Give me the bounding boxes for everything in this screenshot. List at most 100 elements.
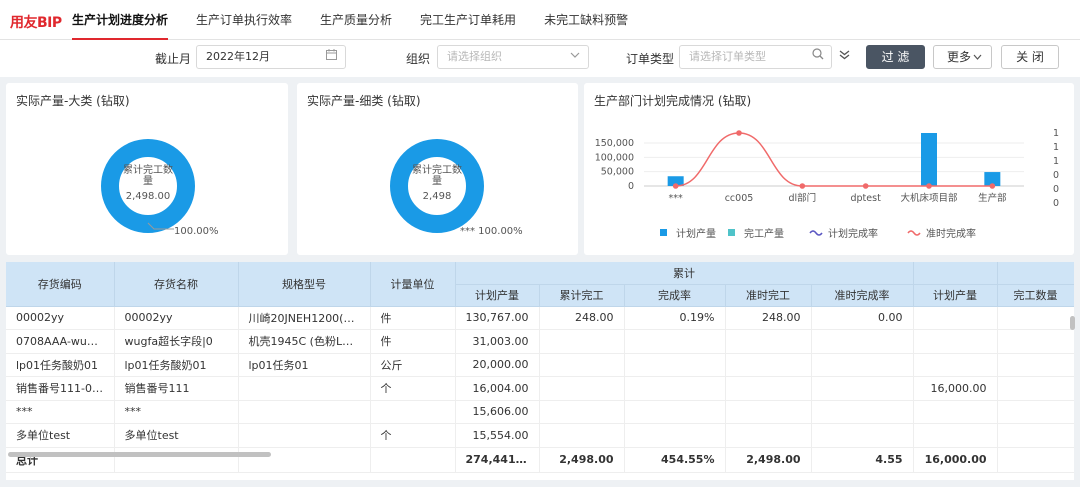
- table-cell: 16,004.00: [455, 376, 540, 401]
- table-cell: [725, 353, 812, 377]
- org-select[interactable]: 请选择组织: [437, 45, 589, 69]
- point-ontime-rate: [862, 183, 869, 189]
- table-cell: [624, 329, 726, 354]
- table-cell: ***: [114, 400, 239, 424]
- table-cell: 0.00: [811, 306, 914, 330]
- point-ontime-rate: [736, 130, 742, 136]
- filter-bar: 截止月 2022年12月 组织 请选择组织 订单类型 请选择订单类型 过 滤 更…: [0, 40, 1080, 77]
- horizontal-scrollbar[interactable]: [8, 452, 271, 457]
- y-tick-label: 150,000: [595, 138, 634, 149]
- tab-production-plan-progress[interactable]: 生产计划进度分析: [72, 0, 169, 40]
- card-dept-plan-completion[interactable]: 生产部门计划完成情况 (钻取) 150,000 100,000 50,000 0 1 1 1…: [584, 83, 1074, 255]
- table-cell: 机壳1945C (色粉L529...: [238, 329, 371, 354]
- table-cell: 0.19%: [624, 306, 726, 330]
- more-button[interactable]: 更多: [933, 45, 992, 69]
- tab-shortage-warning[interactable]: 未完工缺料预警: [544, 0, 628, 40]
- table-row[interactable]: 00002yy 00002yy 川崎20JNEH1200(1012... 件 130,7…: [6, 306, 1074, 330]
- table-cell: lp01任务酸奶01: [6, 353, 115, 377]
- x-tick-label: dptest: [851, 193, 882, 204]
- table-cell: 个: [370, 423, 456, 448]
- table-cell: [539, 353, 625, 377]
- col-header-cum-complete[interactable]: 累计完工: [539, 284, 625, 307]
- more-button-label: 更多: [947, 50, 972, 64]
- col-header-plan-qty-2[interactable]: 计划产量: [913, 284, 998, 307]
- donut-percent: 100.00%: [174, 226, 219, 237]
- table-cell: [913, 400, 998, 424]
- chevron-down-icon[interactable]: [570, 49, 580, 63]
- y-tick-label: 50,000: [601, 167, 634, 178]
- data-table: 存货编码 存货名称 规格型号 计量单位 累计 计划产量 累计完工 完成率 准时完…: [6, 262, 1074, 480]
- col-header-complete-qty[interactable]: 完工数量: [997, 284, 1074, 307]
- donut-percent: *** 100.00%: [460, 226, 523, 237]
- legend-swatch-complete: [728, 229, 735, 236]
- tab-bar: 生产计划进度分析 生产订单执行效率 生产质量分析 完工生产订单耗用 未完工缺料预…: [72, 0, 656, 40]
- table-cell: lp01任务酸奶01: [114, 353, 239, 377]
- table-cell: [811, 376, 914, 401]
- x-tick-label: ***: [669, 193, 684, 204]
- point-ontime-rate: [672, 183, 679, 189]
- table-cell: [624, 353, 726, 377]
- ordertype-input[interactable]: 请选择订单类型: [679, 45, 832, 69]
- table-cell: [539, 400, 625, 424]
- table-cell: 多单位test: [6, 423, 115, 448]
- table-cell: [539, 423, 625, 448]
- col-header-spec[interactable]: 规格型号: [238, 262, 371, 307]
- expand-double-chevron-icon[interactable]: [839, 49, 850, 63]
- deadline-month-picker[interactable]: 2022年12月: [196, 45, 346, 69]
- table-cell: [811, 329, 914, 354]
- calendar-icon[interactable]: [326, 49, 337, 63]
- table-cell: 16,000.00: [913, 376, 998, 401]
- total-cell: 454.55%: [624, 447, 726, 473]
- total-cell: 2,498.00: [725, 447, 812, 473]
- chevron-down-icon: [973, 54, 982, 60]
- col-header-plan-qty[interactable]: 计划产量: [455, 284, 540, 307]
- bar-plan-qty: [921, 133, 937, 186]
- vertical-scrollbar[interactable]: [1070, 316, 1075, 330]
- total-cell: 16,000.00: [913, 447, 998, 473]
- top-bar: 用友BIP 生产计划进度分析 生产订单执行效率 生产质量分析 完工生产订单耗用 …: [0, 0, 1080, 40]
- tab-quality-analysis[interactable]: 生产质量分析: [320, 0, 392, 40]
- total-cell: 总计: [6, 447, 115, 473]
- col-header-inv-code[interactable]: 存货编码: [6, 262, 115, 307]
- total-cell: 4.55: [811, 447, 914, 473]
- table-row[interactable]: 销售番号111-0-0... 销售番号111 个 16,004.00 16,000.00: [6, 376, 1074, 401]
- col-header-unit[interactable]: 计量单位: [370, 262, 456, 307]
- table-row[interactable]: 0708AAA-wugfa-... wugfa超长字段|0 机壳1945C (色粉L…: [6, 329, 1074, 354]
- legend-swatch-plan-rate: [809, 230, 823, 236]
- total-cell: [370, 447, 456, 473]
- table-row[interactable]: 多单位test 多单位test 个 15,554.00: [6, 423, 1074, 448]
- search-icon[interactable]: [812, 48, 824, 63]
- card-actual-output-category[interactable]: 实际产量-大类 (钻取) 累计完工数量 2,498.00 100.00%: [6, 83, 288, 255]
- tab-order-efficiency[interactable]: 生产订单执行效率: [196, 0, 292, 40]
- col-group-header-cumulative: 累计: [455, 262, 914, 285]
- table-row[interactable]: *** *** 15,606.00: [6, 400, 1074, 424]
- table-cell: [913, 353, 998, 377]
- col-header-ontime-complete[interactable]: 准时完工: [725, 284, 812, 307]
- legend-label: 计划完成率: [828, 227, 878, 240]
- close-button[interactable]: 关 闭: [1001, 45, 1059, 69]
- point-ontime-rate: [989, 183, 996, 189]
- card-title: 实际产量-大类 (钻取): [16, 94, 130, 108]
- col-header-completion-rate[interactable]: 完成率: [624, 284, 726, 307]
- col-header-ontime-rate[interactable]: 准时完成率: [811, 284, 914, 307]
- col-header-inv-name[interactable]: 存货名称: [114, 262, 239, 307]
- table-cell: [624, 376, 726, 401]
- donut-center-value: 2,498: [422, 191, 452, 202]
- table-cell: [997, 376, 1074, 401]
- table-cell: [913, 306, 998, 330]
- table-cell: [913, 329, 998, 354]
- combo-chart[interactable]: 150,000 100,000 50,000 0 1 1 1 0 0 0 *** cc005 dl部门 d…: [584, 83, 1074, 255]
- total-cell: [114, 447, 239, 473]
- table-cell: [725, 329, 812, 354]
- y2-tick-label: 0: [1053, 184, 1059, 195]
- table-cell: 个: [370, 376, 456, 401]
- card-actual-output-subcategory[interactable]: 实际产量-细类 (钻取) 累计完工数量 2,498 *** 100.00%: [297, 83, 578, 255]
- table-row[interactable]: lp01任务酸奶01 lp01任务酸奶01 lp01任务01 公斤 20,000.00: [6, 353, 1074, 377]
- table-cell: 销售番号111-0-0...: [6, 376, 115, 401]
- table-cell: [725, 376, 812, 401]
- table-cell: 件: [370, 306, 456, 330]
- filter-button[interactable]: 过 滤: [866, 45, 925, 69]
- y2-tick-label: 1: [1053, 142, 1059, 153]
- tab-completed-order-consumption[interactable]: 完工生产订单耗用: [420, 0, 516, 40]
- col-header-blank: [913, 262, 998, 285]
